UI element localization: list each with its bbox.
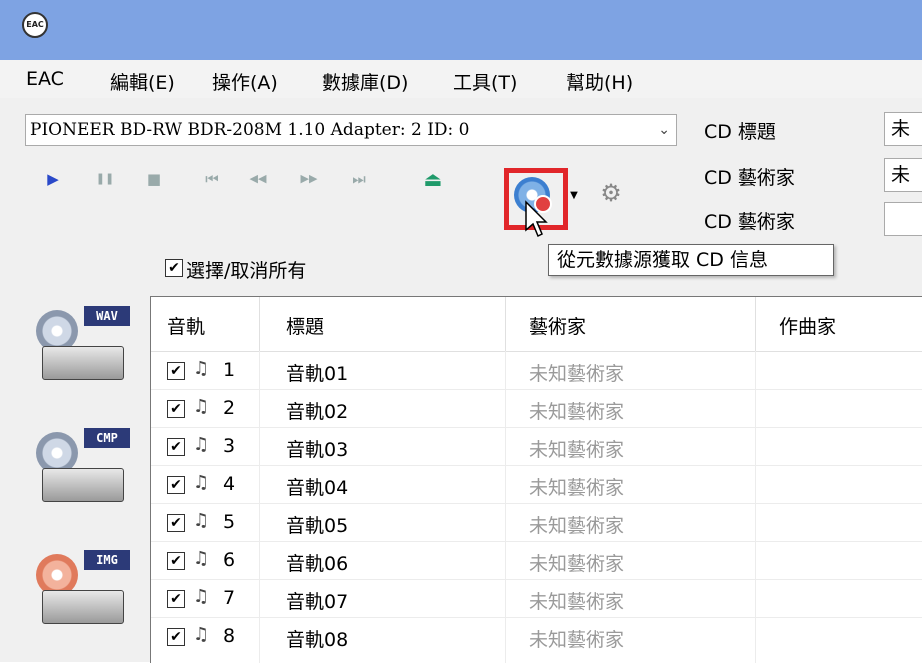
track-checkbox[interactable]: ✔ <box>167 362 185 380</box>
cd-artist-label-2: CD 藝術家 <box>704 211 795 233</box>
track-title[interactable]: 音軌02 <box>286 397 348 424</box>
stop-icon[interactable]: ■ <box>141 166 167 192</box>
select-all-label: 選擇/取消所有 <box>186 260 307 282</box>
img-badge: IMG <box>84 550 130 570</box>
rewind-icon[interactable]: ◀◀ <box>245 166 271 192</box>
cd-title-label: CD 標題 <box>704 121 776 143</box>
track-artist[interactable]: 未知藝術家 <box>529 473 624 500</box>
track-artist[interactable]: 未知藝術家 <box>529 549 624 576</box>
track-artist[interactable]: 未知藝術家 <box>529 435 624 462</box>
track-title[interactable]: 音軌05 <box>286 511 348 538</box>
eject-icon[interactable]: ⏏ <box>420 166 446 192</box>
drive-select[interactable]: PIONEER BD-RW BDR-208M 1.10 Adapter: 2 I… <box>25 114 677 146</box>
track-artist[interactable]: 未知藝術家 <box>529 397 624 424</box>
menu-action[interactable]: 操作(A) <box>212 68 278 95</box>
track-number: 3 <box>223 435 236 457</box>
table-row[interactable]: ✔ ♫ 3 音軌03 未知藝術家 <box>151 428 922 466</box>
cmp-badge: CMP <box>84 428 130 448</box>
track-title[interactable]: 音軌04 <box>286 473 348 500</box>
track-checkbox[interactable]: ✔ <box>167 628 185 646</box>
image-copy-button[interactable]: IMG <box>34 550 130 630</box>
table-row[interactable]: ✔ ♫ 7 音軌07 未知藝術家 <box>151 580 922 618</box>
mouse-cursor-icon <box>525 200 548 238</box>
track-title[interactable]: 音軌06 <box>286 549 348 576</box>
track-checkbox[interactable]: ✔ <box>167 476 185 494</box>
column-title[interactable]: 標題 <box>286 303 324 351</box>
column-composer[interactable]: 作曲家 <box>779 303 836 351</box>
menu-edit[interactable]: 編輯(E) <box>110 68 175 95</box>
track-list: 音軌 標題 藝術家 作曲家 ✔ ♫ 1 音軌01 未知藝術家 ✔ ♫ 2 音軌0… <box>150 296 922 663</box>
menu-bar: EAC 編輯(E) 操作(A) 數據庫(D) 工具(T) 幫助(H) <box>0 60 922 98</box>
dropdown-arrow-icon[interactable]: ▼ <box>566 176 582 216</box>
track-title[interactable]: 音軌07 <box>286 587 348 614</box>
music-note-icon: ♫ <box>193 358 210 379</box>
title-bar: EAC <box>0 0 922 60</box>
menu-eac[interactable]: EAC <box>26 68 64 90</box>
prev-track-icon[interactable]: ⏮ <box>199 166 225 192</box>
table-row[interactable]: ✔ ♫ 6 音軌06 未知藝術家 <box>151 542 922 580</box>
track-number: 6 <box>223 549 236 571</box>
track-title[interactable]: 音軌08 <box>286 625 348 652</box>
next-track-icon[interactable]: ⏭ <box>346 166 372 192</box>
select-all-checkbox[interactable]: ✔ <box>165 259 183 277</box>
drive-icon <box>42 590 124 624</box>
track-artist[interactable]: 未知藝術家 <box>529 625 624 652</box>
table-row[interactable]: ✔ ♫ 8 音軌08 未知藝術家 <box>151 618 922 656</box>
track-number: 7 <box>223 587 236 609</box>
menu-tools[interactable]: 工具(T) <box>453 68 517 95</box>
column-artist[interactable]: 藝術家 <box>529 303 586 351</box>
wav-badge: WAV <box>84 306 130 326</box>
music-note-icon: ♫ <box>193 586 210 607</box>
music-note-icon: ♫ <box>193 548 210 569</box>
track-title[interactable]: 音軌01 <box>286 359 348 386</box>
compress-button[interactable]: CMP <box>34 428 130 508</box>
track-number: 1 <box>223 359 236 381</box>
chevron-down-icon: ⌄ <box>658 122 670 138</box>
music-note-icon: ♫ <box>193 624 210 645</box>
table-row[interactable]: ✔ ♫ 1 音軌01 未知藝術家 <box>151 352 922 390</box>
table-row[interactable]: ✔ ♫ 4 音軌04 未知藝術家 <box>151 466 922 504</box>
track-number: 5 <box>223 511 236 533</box>
table-row[interactable]: ✔ ♫ 5 音軌05 未知藝術家 <box>151 504 922 542</box>
play-icon[interactable]: ▶ <box>40 166 66 192</box>
track-title[interactable]: 音軌03 <box>286 435 348 462</box>
track-checkbox[interactable]: ✔ <box>167 514 185 532</box>
track-artist[interactable]: 未知藝術家 <box>529 359 624 386</box>
menu-database[interactable]: 數據庫(D) <box>322 68 408 95</box>
track-number: 2 <box>223 397 236 419</box>
extract-wav-button[interactable]: WAV <box>34 306 130 386</box>
column-divider[interactable] <box>755 297 756 351</box>
music-note-icon: ♫ <box>193 510 210 531</box>
table-row[interactable]: ✔ ♫ 2 音軌02 未知藝術家 <box>151 390 922 428</box>
music-note-icon: ♫ <box>193 472 210 493</box>
track-checkbox[interactable]: ✔ <box>167 438 185 456</box>
column-divider[interactable] <box>259 297 260 351</box>
eac-app-icon[interactable]: EAC <box>22 12 48 38</box>
network-icon[interactable]: ⚙ <box>594 176 628 210</box>
track-number: 4 <box>223 473 236 495</box>
drive-select-value: PIONEER BD-RW BDR-208M 1.10 Adapter: 2 I… <box>30 120 470 140</box>
track-checkbox[interactable]: ✔ <box>167 590 185 608</box>
cd-artist-field-2[interactable] <box>884 202 922 236</box>
cd-title-field[interactable]: 未 <box>884 112 922 146</box>
fast-forward-icon[interactable]: ▶▶ <box>296 166 322 192</box>
music-note-icon: ♫ <box>193 396 210 417</box>
track-artist[interactable]: 未知藝術家 <box>529 587 624 614</box>
column-divider[interactable] <box>505 297 506 351</box>
cd-artist-field[interactable]: 未 <box>884 158 922 192</box>
pause-icon[interactable]: ❚❚ <box>92 166 118 192</box>
drive-icon <box>42 468 124 502</box>
track-number: 8 <box>223 625 236 647</box>
track-artist[interactable]: 未知藝術家 <box>529 511 624 538</box>
track-checkbox[interactable]: ✔ <box>167 400 185 418</box>
menu-help[interactable]: 幫助(H) <box>566 68 633 95</box>
track-checkbox[interactable]: ✔ <box>167 552 185 570</box>
tooltip: 從元數據源獲取 CD 信息 <box>548 244 834 276</box>
column-track[interactable]: 音軌 <box>167 303 205 351</box>
cd-artist-label: CD 藝術家 <box>704 167 795 189</box>
drive-icon <box>42 346 124 380</box>
music-note-icon: ♫ <box>193 434 210 455</box>
